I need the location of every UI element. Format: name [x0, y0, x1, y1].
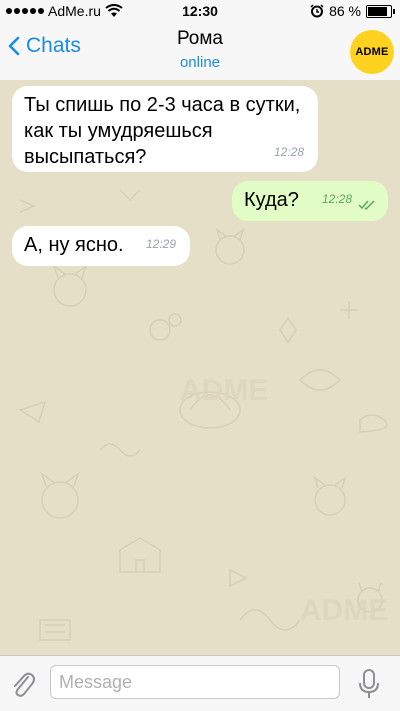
- avatar[interactable]: ADME: [350, 30, 394, 74]
- battery-percent: 86 %: [329, 3, 361, 19]
- battery-fill: [368, 6, 387, 16]
- double-check-icon: [358, 200, 375, 210]
- status-bar: AdMe.ru 12:30 86 %: [0, 0, 400, 22]
- alarm-clock-icon: [310, 4, 324, 18]
- message-text: Куда?: [244, 189, 299, 211]
- chat-area[interactable]: ADME ADME Ты спишь по 2-3 часа в сутки, …: [0, 80, 400, 655]
- message-incoming[interactable]: А, ну ясно. 12:29: [12, 226, 190, 266]
- message-input[interactable]: [50, 665, 340, 699]
- paperclip-icon[interactable]: [10, 669, 36, 699]
- chat-title[interactable]: Рома: [0, 28, 400, 50]
- status-right: 86 %: [310, 3, 395, 19]
- message-time: 12:28: [273, 145, 304, 159]
- avatar-text: ADME: [355, 46, 389, 58]
- battery-icon: [366, 4, 395, 18]
- svg-text:ADME: ADME: [180, 374, 268, 407]
- chat-status: online: [179, 54, 221, 71]
- message-text: Ты спишь по 2-3 часа в сутки, как ты уму…: [24, 94, 301, 168]
- message-incoming[interactable]: Ты спишь по 2-3 часа в сутки, как ты уму…: [12, 86, 318, 172]
- message-time: 12:29: [145, 237, 176, 251]
- microphone-icon[interactable]: [356, 668, 382, 700]
- svg-text:ADME: ADME: [300, 594, 388, 627]
- nav-bar: Chats Рома online ADME: [0, 22, 400, 81]
- message-time: 12:28: [321, 192, 352, 206]
- message-text: А, ну ясно.: [24, 234, 124, 256]
- input-bar: [0, 655, 400, 711]
- message-outgoing[interactable]: Куда? 12:28: [232, 181, 388, 221]
